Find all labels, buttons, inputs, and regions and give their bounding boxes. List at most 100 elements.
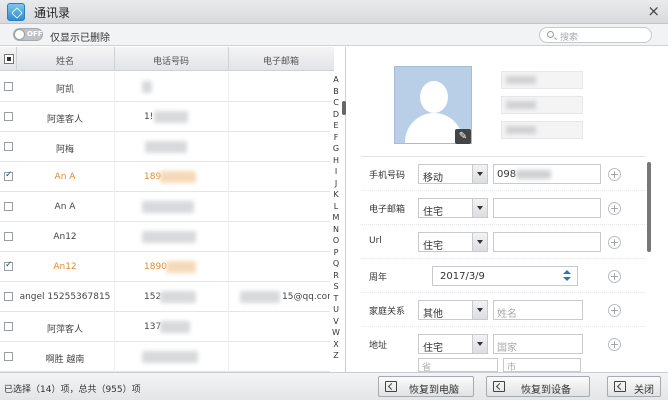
add-field-icon[interactable]: + xyxy=(608,202,621,215)
input-placeholder: 姓名 xyxy=(497,309,517,320)
address-country-input[interactable]: 国家 xyxy=(493,334,583,354)
add-field-icon[interactable]: + xyxy=(608,304,621,317)
address-province-input[interactable]: 省 xyxy=(418,358,498,372)
table-row[interactable]: An12 xyxy=(0,222,330,252)
name-field[interactable] xyxy=(501,96,583,114)
contact-name: 阿梅 xyxy=(55,145,74,155)
search-input[interactable]: 搜索 xyxy=(539,27,652,43)
chevron-down-icon xyxy=(472,335,487,353)
row-checkbox[interactable] xyxy=(4,142,13,151)
name-field[interactable] xyxy=(501,71,583,89)
chevron-down-icon xyxy=(472,199,487,217)
alpha-index-letter[interactable]: V xyxy=(331,316,341,328)
add-field-icon[interactable]: + xyxy=(608,270,621,283)
alpha-index-letter[interactable]: Q xyxy=(331,258,341,270)
table-row[interactable]: 阿莲客人 1! xyxy=(0,102,330,132)
redacted-phone xyxy=(160,171,196,183)
redacted-name xyxy=(506,126,536,134)
alpha-index-letter[interactable]: M xyxy=(331,212,341,224)
alpha-index-letter[interactable]: E xyxy=(331,120,341,132)
address-type-select[interactable]: 住宅 xyxy=(418,334,488,354)
table-row[interactable]: 阿萍客人 137 xyxy=(0,312,330,342)
url-type-select[interactable]: 住宅 xyxy=(418,232,488,252)
add-field-icon[interactable]: + xyxy=(608,168,621,181)
row-checkbox[interactable] xyxy=(4,260,13,271)
select-all-checkbox[interactable] xyxy=(4,54,14,64)
column-separator xyxy=(228,72,229,372)
column-header-phone[interactable]: 电话号码 xyxy=(114,54,228,67)
name-field[interactable] xyxy=(501,121,583,139)
select-value: 住宅 xyxy=(423,241,443,252)
row-checkbox[interactable] xyxy=(4,170,13,181)
alpha-index-letter[interactable]: Z xyxy=(331,350,341,362)
table-row[interactable]: An A xyxy=(0,192,330,222)
select-value: 住宅 xyxy=(423,343,443,354)
alpha-index-letter[interactable]: F xyxy=(331,132,341,144)
row-checkbox[interactable] xyxy=(4,322,13,331)
restore-to-device-button[interactable]: 恢复到设备 xyxy=(486,376,590,397)
table-row[interactable]: An12 1890 xyxy=(0,252,330,282)
row-checkbox[interactable] xyxy=(4,202,13,211)
alpha-index-letter[interactable]: R xyxy=(331,270,341,282)
contact-phone: 1! xyxy=(144,112,154,122)
anniversary-date-picker[interactable]: 2017/3/9 xyxy=(432,266,578,286)
alpha-index-letter[interactable]: L xyxy=(331,201,341,213)
alpha-index-letter[interactable]: B xyxy=(331,86,341,98)
table-row[interactable]: 阿凯 xyxy=(0,72,330,102)
alpha-index-letter[interactable]: I xyxy=(331,166,341,178)
list-scrollbar-thumb[interactable] xyxy=(342,101,346,115)
date-spinner-icon[interactable] xyxy=(563,270,571,282)
row-checkbox[interactable] xyxy=(4,112,13,121)
relation-name-input[interactable]: 姓名 xyxy=(493,300,583,320)
alpha-index-letter[interactable]: U xyxy=(331,304,341,316)
alpha-index-letter[interactable]: G xyxy=(331,143,341,155)
alpha-index-letter[interactable]: K xyxy=(331,189,341,201)
restore-to-pc-button[interactable]: 恢复到电脑 xyxy=(378,376,474,397)
add-field-icon[interactable]: + xyxy=(608,338,621,351)
mobile-type-select[interactable]: 移动 xyxy=(418,164,488,184)
contact-phone: 152 xyxy=(144,292,162,302)
add-field-icon[interactable]: + xyxy=(608,236,621,249)
table-row[interactable]: An A 189 xyxy=(0,162,330,192)
alpha-index-letter[interactable]: C xyxy=(331,97,341,109)
show-deleted-toggle[interactable]: OFF xyxy=(13,28,43,41)
table-row[interactable]: 阿梅 xyxy=(0,132,330,162)
email-input[interactable] xyxy=(493,198,601,218)
alpha-index-letter[interactable]: J xyxy=(331,178,341,190)
alpha-index-letter[interactable]: P xyxy=(331,247,341,259)
row-checkbox[interactable] xyxy=(4,82,13,91)
close-icon[interactable]: × xyxy=(647,2,660,20)
window-title: 通讯录 xyxy=(34,6,71,20)
alpha-index-letter[interactable]: W xyxy=(331,327,341,339)
row-checkbox[interactable] xyxy=(4,352,13,361)
column-header-name[interactable]: 姓名 xyxy=(16,54,114,67)
alpha-index-letter[interactable]: T xyxy=(331,293,341,305)
contact-name: An12 xyxy=(53,232,77,242)
alpha-index-letter[interactable]: N xyxy=(331,224,341,236)
field-row-anniversary: 周年 2017/3/9 + xyxy=(361,259,645,293)
alpha-index-letter[interactable]: S xyxy=(331,281,341,293)
field-label: 电子邮箱 xyxy=(369,205,406,215)
url-input[interactable] xyxy=(493,232,601,252)
button-label: 关闭 xyxy=(634,385,654,396)
table-row[interactable]: angel 15255367815 152 15@qq.cor xyxy=(0,282,330,312)
detail-scrollbar-thumb[interactable] xyxy=(647,162,651,252)
address-city-input[interactable]: 市 xyxy=(503,358,581,372)
email-type-select[interactable]: 住宅 xyxy=(418,198,488,218)
row-checkbox[interactable] xyxy=(4,232,13,241)
alpha-index-letter[interactable]: D xyxy=(331,109,341,121)
alpha-index-letter[interactable]: A xyxy=(331,74,341,86)
column-header-email[interactable]: 电子邮箱 xyxy=(228,54,334,67)
field-row-mobile: 手机号码 移动 098 + xyxy=(361,157,645,191)
mobile-number-input[interactable]: 098 xyxy=(493,164,601,184)
table-row[interactable]: 啊胜 越南 xyxy=(0,342,330,372)
alpha-index-letter[interactable]: O xyxy=(331,235,341,247)
close-button[interactable]: 关闭 xyxy=(607,376,661,397)
relation-type-select[interactable]: 其他 xyxy=(418,300,488,320)
alpha-index-letter[interactable]: H xyxy=(331,155,341,167)
field-row-url: Url 住宅 + xyxy=(361,225,645,259)
toggle-state: OFF xyxy=(27,30,43,38)
alpha-index-letter[interactable]: X xyxy=(331,339,341,351)
edit-avatar-icon[interactable]: ✎ xyxy=(455,129,471,144)
input-value: 098 xyxy=(497,169,517,180)
